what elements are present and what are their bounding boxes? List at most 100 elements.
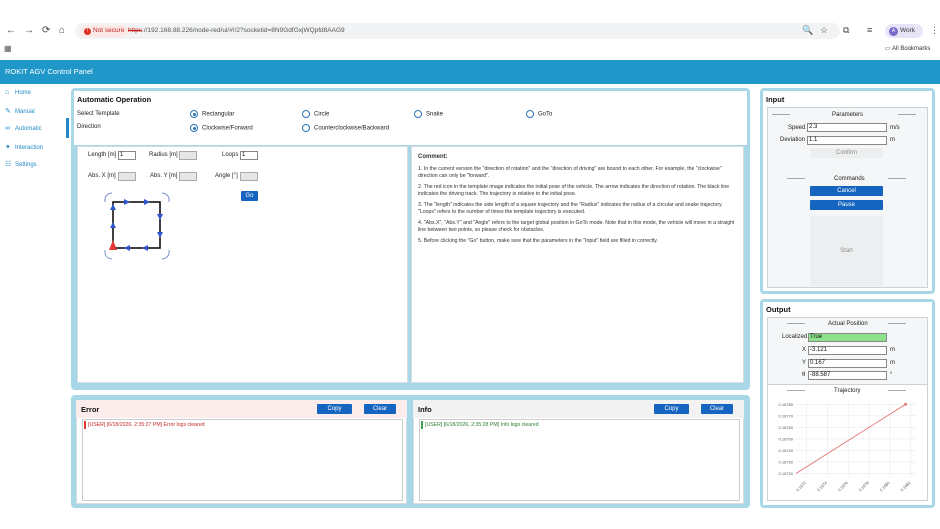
reload-icon[interactable]: ⟳ bbox=[42, 25, 50, 36]
info-title: Info bbox=[418, 405, 432, 414]
error-copy-button[interactable]: Copy bbox=[317, 404, 352, 414]
select-template-label: Select Template bbox=[77, 111, 120, 117]
extensions-icon[interactable]: ⧉ bbox=[843, 25, 849, 36]
radio-circle[interactable]: Circle bbox=[302, 110, 329, 118]
sidebar-item-automatic[interactable]: ∞ Automatic bbox=[5, 125, 42, 132]
menu-icon[interactable]: ⋮ bbox=[930, 25, 939, 36]
direction-label: Direction bbox=[77, 124, 101, 130]
radio-label: Counterclockwise/Backward bbox=[314, 125, 390, 132]
confirm-button[interactable]: Confirm bbox=[810, 148, 883, 158]
tab-search-icon[interactable]: ≡ bbox=[867, 25, 872, 35]
radio-counterclockwise[interactable]: Counterclockwise/Backward bbox=[302, 124, 389, 132]
y-tick-label: 0.16760 bbox=[779, 425, 794, 430]
trajectory-point bbox=[904, 402, 907, 406]
bookmarks-label: All Bookmarks bbox=[892, 46, 931, 52]
not-secure-label: Not secure bbox=[93, 27, 125, 34]
radio-rectangular[interactable]: Rectangular bbox=[190, 110, 234, 118]
dash-left: --------- bbox=[787, 388, 805, 394]
apps-icon[interactable]: ▦ bbox=[4, 44, 12, 53]
parameters-header: Parameters bbox=[832, 112, 864, 118]
info-copy-button[interactable]: Copy bbox=[654, 404, 689, 414]
x-tick-label: 0.1680 bbox=[878, 480, 891, 493]
comment-line: 2. The red icon in the template image in… bbox=[418, 184, 730, 197]
arrow-icon bbox=[124, 199, 130, 205]
start-button[interactable]: Start bbox=[810, 216, 883, 286]
absx-input[interactable] bbox=[118, 172, 136, 181]
sidebar-item-interaction[interactable]: ✦ Interaction bbox=[5, 143, 43, 151]
zoom-icon[interactable]: 🔍 bbox=[802, 25, 813, 36]
radio-label: Circle bbox=[314, 111, 330, 118]
y-tick-label: 0.16720 bbox=[779, 471, 794, 476]
forward-icon[interactable]: → bbox=[24, 25, 34, 36]
radio-snake[interactable]: Snake bbox=[414, 110, 443, 118]
error-log-box[interactable] bbox=[82, 419, 403, 501]
home-browser-icon[interactable]: ⌂ bbox=[59, 25, 65, 36]
profile-button[interactable]: A Work bbox=[885, 24, 923, 38]
not-secure-badge[interactable]: ! Not secure bbox=[80, 25, 129, 37]
pause-button[interactable]: Pause bbox=[810, 200, 883, 210]
back-icon[interactable]: ← bbox=[6, 25, 16, 36]
angle-label: Angle [°] bbox=[215, 173, 238, 179]
radio-label: GoTo bbox=[538, 111, 553, 118]
arrow-icon bbox=[157, 232, 163, 238]
loops-input[interactable]: 1 bbox=[240, 151, 258, 160]
radio-clockwise[interactable]: Clockwise/Forward bbox=[190, 124, 253, 132]
radio-indicator bbox=[414, 110, 422, 118]
error-title: Error bbox=[81, 405, 100, 414]
sidebar-item-home[interactable]: ⌂ Home bbox=[5, 89, 31, 96]
radio-indicator bbox=[526, 110, 534, 118]
length-label: Length [m] bbox=[88, 152, 117, 158]
x-value: -3.121 bbox=[808, 346, 887, 355]
rotation-arrow-icon bbox=[104, 249, 113, 260]
error-clear-button[interactable]: Clear bbox=[364, 404, 396, 414]
radius-input[interactable] bbox=[179, 151, 197, 160]
sidebar-item-label: Settings bbox=[15, 162, 37, 168]
sidebar-item-label: Manual bbox=[15, 109, 35, 115]
radio-label: Rectangular bbox=[202, 111, 235, 118]
star-icon[interactable]: ☆ bbox=[820, 25, 828, 36]
x-label: X bbox=[802, 347, 807, 353]
folder-icon: ▭ bbox=[885, 46, 893, 52]
x-tick-label: 0.1672 bbox=[795, 480, 808, 493]
y-label: Y bbox=[802, 360, 807, 366]
sidebar-item-label: Home bbox=[15, 90, 32, 96]
angle-input[interactable] bbox=[240, 172, 258, 181]
absy-label: Abs. Y [m] bbox=[150, 173, 178, 179]
rotation-arrow-icon bbox=[161, 249, 170, 260]
sidebar-item-settings[interactable]: ☷ Settings bbox=[5, 160, 37, 168]
radio-goto[interactable]: GoTo bbox=[526, 110, 552, 118]
info-log-box[interactable] bbox=[419, 419, 740, 501]
url-scheme: https bbox=[128, 27, 143, 34]
dash-right: --------- bbox=[888, 176, 906, 182]
template-card bbox=[74, 91, 747, 145]
rotation-arrow-icon bbox=[161, 192, 170, 203]
trajectory-chart: 0.16780 0.16770 0.16760 0.16750 0.16740 0.167… bbox=[779, 402, 916, 493]
deviation-input[interactable]: 1.1 bbox=[807, 136, 887, 145]
arrow-icon bbox=[110, 204, 116, 210]
trajectory-header: Trajectory bbox=[834, 388, 861, 394]
y-value: 0.167 bbox=[808, 359, 887, 368]
radio-label: Clockwise/Forward bbox=[202, 125, 253, 132]
speed-input[interactable]: 2.3 bbox=[807, 123, 887, 132]
url-text[interactable]: https://192.168.88.226/node-red/ui/#!/2?… bbox=[128, 27, 345, 34]
info-clear-button[interactable]: Clear bbox=[701, 404, 733, 414]
error-log-marker bbox=[84, 421, 86, 429]
automatic-title: Automatic Operation bbox=[77, 95, 152, 104]
length-input[interactable]: 1 bbox=[118, 151, 136, 160]
deviation-unit: m bbox=[890, 137, 895, 143]
cancel-button[interactable]: Cancel bbox=[810, 186, 883, 196]
y-tick-label: 0.16740 bbox=[779, 448, 794, 453]
x-tick-label: 0.1678 bbox=[858, 480, 871, 493]
sidebar-item-manual[interactable]: ✎ Manual bbox=[5, 107, 35, 115]
absy-input[interactable] bbox=[179, 172, 197, 181]
all-bookmarks-button[interactable]: ▭ All Bookmarks bbox=[885, 45, 930, 52]
x-tick-label: 0.1682 bbox=[899, 480, 912, 493]
dash-left: --------- bbox=[787, 176, 805, 182]
trajectory-square bbox=[112, 201, 161, 249]
home-icon: ⌂ bbox=[5, 89, 10, 96]
avatar: A bbox=[889, 27, 898, 36]
go-button[interactable]: Go bbox=[241, 191, 258, 201]
auto-icon: ∞ bbox=[5, 125, 10, 132]
deviation-label: Deviation bbox=[780, 137, 806, 143]
comment-line: 1. In the current version the "direction… bbox=[418, 166, 722, 179]
